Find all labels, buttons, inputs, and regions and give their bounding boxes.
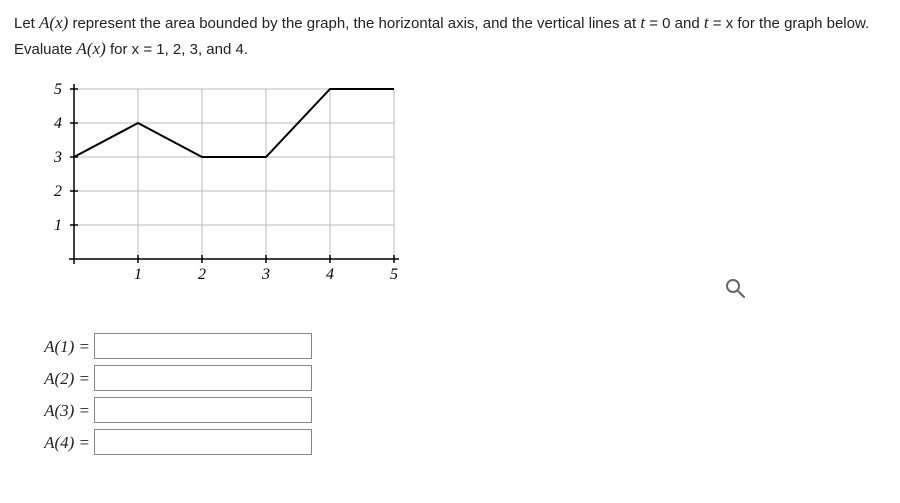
answer-row: A(2) = — [28, 365, 886, 391]
answer-row: A(1) = — [28, 333, 886, 359]
ytick-label: 2 — [54, 183, 62, 200]
graph-figure: 1 2 3 4 5 1 2 3 4 5 — [34, 79, 886, 303]
xtick-label: 4 — [326, 266, 334, 283]
answer-label: A(2) = — [28, 368, 94, 389]
answer-input-a1[interactable] — [94, 333, 312, 359]
answer-input-a2[interactable] — [94, 365, 312, 391]
answer-input-a3[interactable] — [94, 397, 312, 423]
answer-row: A(3) = — [28, 397, 886, 423]
answer-section: A(1) = A(2) = A(3) = A(4) = — [28, 333, 886, 455]
ytick-label: 5 — [54, 81, 62, 98]
problem-statement: Let A(x) represent the area bounded by t… — [14, 10, 886, 61]
xtick-label: 3 — [261, 266, 270, 283]
answer-row: A(4) = — [28, 429, 886, 455]
xtick-label: 2 — [198, 266, 206, 283]
xtick-label: 1 — [134, 266, 142, 283]
xtick-label: 5 — [390, 266, 398, 283]
answer-input-a4[interactable] — [94, 429, 312, 455]
ytick-label: 3 — [53, 149, 62, 166]
answer-label: A(3) = — [28, 400, 94, 421]
zoom-icon[interactable] — [724, 277, 746, 303]
answer-label: A(4) = — [28, 432, 94, 453]
answer-label: A(1) = — [28, 336, 94, 357]
graph-svg: 1 2 3 4 5 1 2 3 4 5 — [34, 79, 404, 299]
ytick-label: 4 — [54, 115, 62, 132]
ytick-label: 1 — [54, 217, 62, 234]
